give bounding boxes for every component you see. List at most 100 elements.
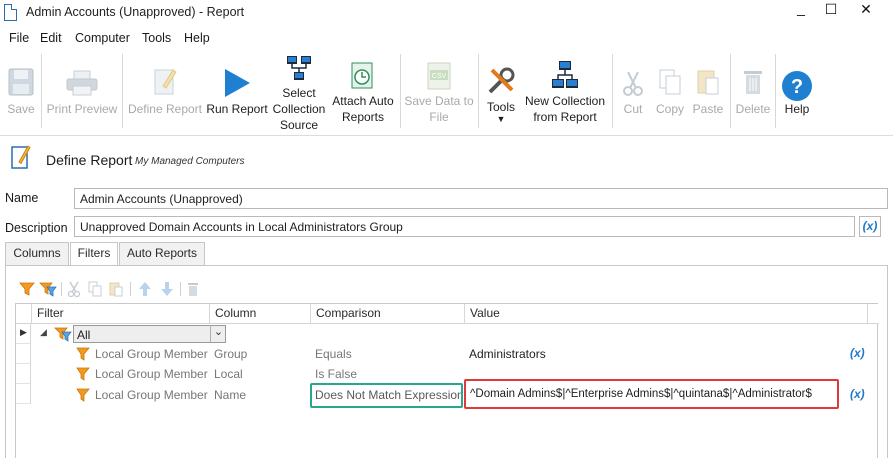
chevron-down-icon[interactable]: ⌄ <box>210 325 226 343</box>
clock-report-icon <box>351 62 373 89</box>
print-preview-button[interactable]: Print Preview <box>44 48 120 130</box>
copy-icon[interactable] <box>88 281 102 297</box>
comparison-highlight-box <box>310 383 463 408</box>
filter-group-row[interactable]: ◢ All ⌄ <box>32 324 879 344</box>
insert-variable-button[interactable]: (x) <box>850 387 865 401</box>
toolbar-separator <box>612 54 613 128</box>
copy-button[interactable]: Copy <box>652 48 688 130</box>
menu-edit[interactable]: Edit <box>40 31 62 45</box>
row-selector[interactable] <box>16 344 31 364</box>
move-down-icon[interactable] <box>160 281 174 297</box>
new-collection-icon <box>552 61 578 88</box>
tab-columns[interactable]: Columns <box>5 242 69 265</box>
filter-comparison: Is False <box>315 367 358 381</box>
scissors-icon <box>623 71 643 96</box>
row-selector[interactable]: ▶ <box>16 324 31 344</box>
paste-icon[interactable] <box>109 281 123 297</box>
filter-toolbar-separator <box>130 282 131 296</box>
run-report-button[interactable]: Run Report <box>205 48 269 130</box>
delete-button[interactable]: Delete <box>733 48 773 130</box>
tools-dropdown-button[interactable]: Tools ▼ <box>482 48 520 130</box>
add-filter-icon[interactable] <box>19 281 35 297</box>
insert-variable-button[interactable]: (x) <box>850 346 865 360</box>
filter-toolbar-separator <box>61 282 62 296</box>
close-button[interactable]: ✕ <box>851 2 881 25</box>
svg-text:CSV: CSV <box>432 73 447 80</box>
define-report-title: Define Report <box>46 152 133 168</box>
column-header-comparison[interactable]: Comparison <box>311 304 465 324</box>
save-button[interactable]: Save <box>4 48 38 130</box>
paste-button[interactable]: Paste <box>690 48 726 130</box>
play-icon <box>225 69 250 97</box>
column-header-filter[interactable]: Filter <box>32 304 210 324</box>
scissors-icon[interactable] <box>67 281 81 297</box>
collapse-triangle-icon[interactable]: ◢ <box>40 327 47 338</box>
menu-help[interactable]: Help <box>184 31 210 45</box>
menu-file[interactable]: File <box>9 31 29 45</box>
minimize-button[interactable]: _ <box>786 1 816 24</box>
define-report-button[interactable]: Define Report <box>126 48 204 130</box>
column-header-value[interactable]: Value <box>465 304 868 324</box>
cut-button[interactable]: Cut <box>617 48 649 130</box>
select-collection-source-button[interactable]: Select Collection Source <box>270 48 328 132</box>
group-operator-select[interactable]: All ⌄ <box>73 325 226 343</box>
filter-name: Local Group Member <box>95 388 208 402</box>
name-field[interactable]: Admin Accounts (Unapproved) <box>74 188 888 209</box>
window-title: Admin Accounts (Unapproved) - Report <box>26 5 245 19</box>
menu-computer[interactable]: Computer <box>75 31 130 45</box>
value-highlight-box <box>464 379 839 409</box>
filter-value[interactable]: Administrators <box>469 347 546 361</box>
filter-name: Local Group Member <box>95 347 208 361</box>
row-selector[interactable] <box>16 384 31 404</box>
filter-comparison: Equals <box>315 347 352 361</box>
filter-column: Group <box>214 347 248 361</box>
filter-name: Local Group Member <box>95 367 208 381</box>
filter-row[interactable]: Local Group Member Group Equals Administ… <box>32 344 879 364</box>
description-field[interactable]: Unapproved Domain Accounts in Local Admi… <box>74 216 855 237</box>
filter-icon <box>76 388 90 402</box>
column-header-column[interactable]: Column <box>210 304 311 324</box>
column-header-spacer <box>868 304 879 324</box>
help-icon: ? <box>782 71 812 101</box>
define-report-icon <box>154 69 177 95</box>
toolbar-separator <box>775 54 776 128</box>
attach-auto-reports-button[interactable]: Attach Auto Reports <box>330 48 396 130</box>
printer-icon <box>66 70 98 96</box>
title-bar: Admin Accounts (Unapproved) - Report _ ☐… <box>0 0 893 28</box>
toolbar-separator <box>122 54 123 128</box>
collection-subtitle: My Managed Computers <box>135 156 245 167</box>
maximize-button[interactable]: ☐ <box>816 2 846 25</box>
name-label: Name <box>5 191 39 205</box>
define-report-icon <box>11 145 31 169</box>
filter-column: Local <box>214 367 243 381</box>
current-row-indicator-icon: ▶ <box>20 327 27 337</box>
network-computers-icon <box>287 56 311 80</box>
row-header-corner <box>16 304 32 324</box>
menu-tools[interactable]: Tools <box>142 31 171 45</box>
filter-icon <box>76 367 90 381</box>
svg-text:?: ? <box>791 76 803 98</box>
csv-file-icon: CSV <box>427 62 451 90</box>
toolbar-separator <box>400 54 401 128</box>
trash-icon <box>744 71 762 94</box>
save-icon <box>8 68 34 96</box>
copy-icon <box>659 69 681 95</box>
trash-icon[interactable] <box>187 281 199 297</box>
chevron-down-icon: ▼ <box>496 114 506 124</box>
move-up-icon[interactable] <box>138 281 152 297</box>
new-collection-from-report-button[interactable]: New Collection from Report <box>522 48 608 130</box>
help-button[interactable]: ? Help <box>779 48 815 130</box>
add-filter-group-icon[interactable] <box>39 281 57 297</box>
group-operator-value: All <box>77 328 91 342</box>
tab-auto-reports[interactable]: Auto Reports <box>119 242 205 265</box>
filter-toolbar-separator <box>180 282 181 296</box>
toolbar: Save Print Preview Define Report Run Rep… <box>0 48 893 136</box>
toolbar-separator <box>41 54 42 128</box>
description-label: Description <box>5 221 68 235</box>
save-data-to-file-button[interactable]: CSV Save Data to File <box>403 48 475 130</box>
tab-filters[interactable]: Filters <box>70 242 118 266</box>
toolbar-separator <box>478 54 479 128</box>
row-selector[interactable] <box>16 364 31 384</box>
menu-bar: File Edit Computer Tools Help <box>0 28 893 48</box>
insert-variable-button[interactable]: (x) <box>859 216 881 237</box>
